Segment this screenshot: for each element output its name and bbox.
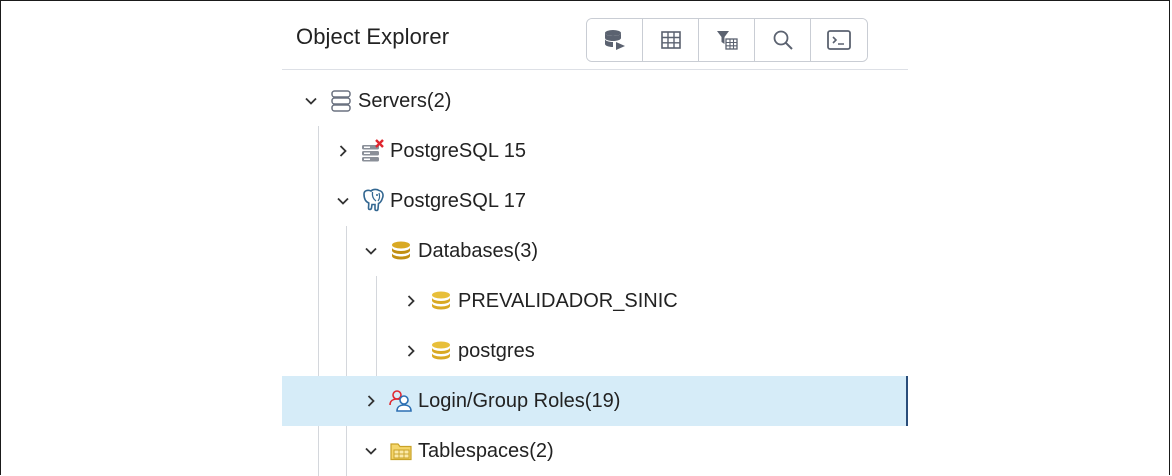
chevron-down-icon[interactable] (360, 440, 382, 462)
chevron-right-icon[interactable] (400, 340, 422, 362)
tree-node-servers[interactable]: Servers(2) (282, 76, 908, 126)
tree-node-label: PostgreSQL 15 (390, 139, 527, 162)
panel-header: Object Explorer (282, 8, 908, 70)
search-icon (773, 30, 793, 50)
tree-node-label: Login/Group Roles(19) (418, 389, 621, 412)
chevron-down-icon[interactable] (360, 240, 382, 262)
tree-node-label: Databases(3) (418, 239, 539, 262)
tree-node-label: PostgreSQL 17 (390, 189, 527, 212)
tree-node-label: Servers(2) (358, 89, 452, 112)
query-tool-button[interactable] (587, 19, 643, 61)
tablespaces-folder-icon (388, 438, 414, 464)
tree-node-postgresql-17[interactable]: PostgreSQL 17 (282, 176, 908, 226)
query-tool-icon (604, 30, 625, 50)
chevron-down-icon[interactable] (300, 90, 322, 112)
panel-title: Object Explorer (296, 24, 450, 49)
tree-node-postgresql-15[interactable]: PostgreSQL 15 (282, 126, 908, 176)
postgresql-elephant-icon (360, 188, 386, 214)
chevron-right-icon[interactable] (332, 140, 354, 162)
terminal-icon (827, 30, 851, 50)
object-explorer-panel: Object Explorer Servers(2) PostgreSQL 15… (282, 8, 908, 476)
filtered-rows-button[interactable] (699, 19, 755, 61)
search-objects-button[interactable] (755, 19, 811, 61)
chevron-right-icon[interactable] (360, 390, 382, 412)
tree-node-label: Tablespaces(2) (418, 439, 554, 462)
filtered-rows-icon (716, 31, 738, 50)
servers-icon (328, 88, 354, 114)
view-data-icon (660, 31, 681, 49)
server-disconnected-icon (360, 138, 386, 164)
database-icon (428, 338, 454, 364)
explorer-toolbar (586, 18, 868, 62)
psql-tool-button[interactable] (811, 19, 867, 61)
database-icon (428, 288, 454, 314)
login-group-roles-icon (388, 388, 414, 414)
view-data-button[interactable] (643, 19, 699, 61)
databases-icon (388, 238, 414, 264)
tree-node-tablespaces[interactable]: Tablespaces(2) (282, 426, 908, 476)
chevron-down-icon[interactable] (332, 190, 354, 212)
tree-node-database-prevalidador-sinic[interactable]: PREVALIDADOR_SINIC (282, 276, 908, 326)
tree-node-label: PREVALIDADOR_SINIC (458, 289, 678, 312)
chevron-right-icon[interactable] (400, 290, 422, 312)
tree-node-databases[interactable]: Databases(3) (282, 226, 908, 276)
tree-node-label: postgres (458, 339, 535, 362)
tree-node-database-postgres[interactable]: postgres (282, 326, 908, 376)
tree-node-login-group-roles[interactable]: Login/Group Roles(19) (282, 376, 908, 426)
